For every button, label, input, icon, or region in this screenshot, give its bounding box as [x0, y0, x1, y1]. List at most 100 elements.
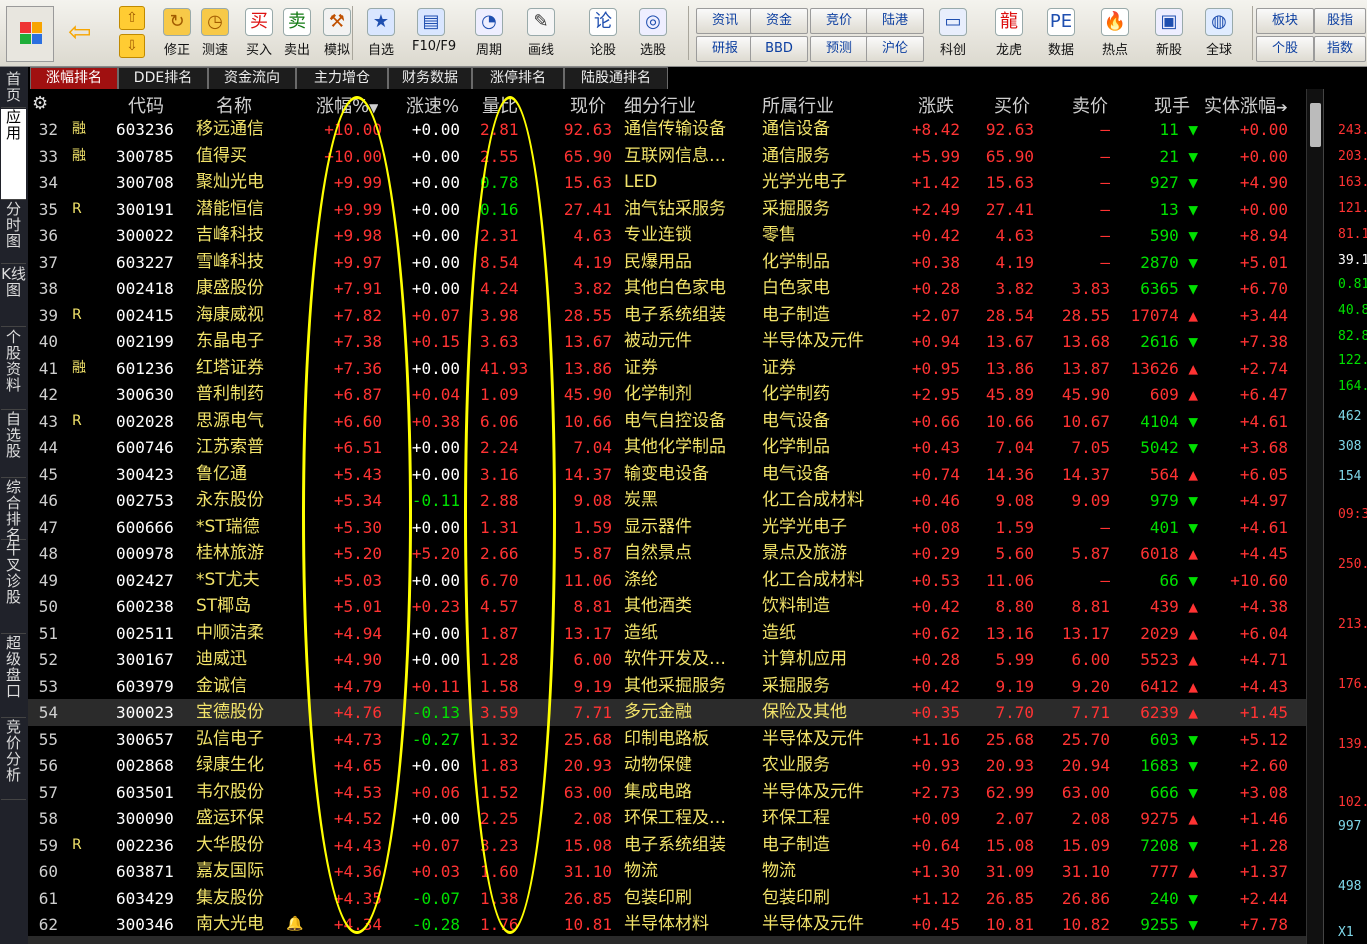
left-nav-item[interactable]: 自选股 [1, 411, 26, 478]
header-name[interactable]: 名称 [216, 92, 252, 114]
table-row[interactable]: 42 300630 普利制药 +6.87 +0.04 1.09 45.90 化学制剂 化学制药 +… [28, 381, 1306, 408]
toolbar-button-11[interactable]: ▭ 科创 [934, 4, 972, 62]
table-row[interactable]: 62 300346 南大光电 +4.34 -0.28 1.76 10.81 半导体材料 半导体及… [28, 911, 1306, 938]
header-industry[interactable]: 所属行业 [762, 92, 834, 114]
header-hand[interactable]: 现手 [1154, 92, 1190, 114]
header-sub-industry[interactable]: 细分行业 [624, 92, 696, 114]
table-row[interactable]: 53 603979 金诚信 +4.79 +0.11 1.58 9.19 其他采掘服务 采掘服务 +… [28, 673, 1306, 700]
toolbar-button-12[interactable]: 龍龙虎 [990, 4, 1028, 62]
left-nav-item[interactable]: 分时图 [1, 201, 26, 264]
settings-gear-icon[interactable]: ⚙ [32, 93, 48, 115]
left-nav-item[interactable]: K线图 [1, 266, 26, 327]
header-diff[interactable]: 涨跌 [918, 92, 954, 114]
bottom-category-tabs[interactable] [28, 936, 1306, 944]
toolbar-button-13[interactable]: PE 数据 [1042, 4, 1080, 62]
table-row[interactable]: 51 002511 中顺洁柔 +4.94 +0.00 1.87 13.17 造纸 造纸 +0.62… [28, 620, 1306, 647]
left-nav-item[interactable]: 超级盘口 [1, 635, 26, 718]
page-updown[interactable]: ⇧ ⇩ [119, 6, 147, 62]
table-row[interactable]: 55 300657 弘信电子 +4.73 -0.27 1.32 25.68 印制电路板 半导体及… [28, 726, 1306, 753]
toolbar-button-1[interactable]: ◷ 测速 [196, 4, 234, 62]
toolbar-button-3[interactable]: 卖卖出 [278, 4, 316, 62]
header-code[interactable]: 代码 [128, 92, 164, 114]
table-scrollbar[interactable] [1306, 89, 1324, 944]
table-row[interactable]: 41 融 601236 红塔证券 +7.36 +0.00 41.93 13.86 证券 证券 +0.… [28, 355, 1306, 382]
tab-4[interactable]: 财务数据 [388, 67, 472, 89]
table-row[interactable]: 32 融 603236 移远通信 +10.00 +0.00 2.81 92.63 通信传输设备通… [28, 116, 1306, 143]
table-row[interactable]: 36 300022 吉峰科技 +9.98 +0.00 2.31 4.63 专业连锁 零售 +0.4… [28, 222, 1306, 249]
bell-icon[interactable]: 🔔 [286, 913, 303, 936]
toolbar-button-2[interactable]: 买买入 [240, 4, 278, 62]
table-row[interactable]: 54 300023 宝德股份 +4.76 -0.13 3.59 7.71 多元金融 保险及其他 +… [28, 699, 1306, 726]
toolbar-button-6[interactable]: ▤ F10/F9 [412, 4, 456, 62]
header-change-pct[interactable]: 涨幅%▼ [316, 92, 378, 114]
toolbar-small-button[interactable]: 资讯 [696, 8, 754, 34]
left-nav-item[interactable]: 首页 [1, 71, 26, 108]
table-row[interactable]: 57 603501 韦尔股份 +4.53 +0.06 1.52 63.00 集成电路 半导体及元… [28, 779, 1306, 806]
table-row[interactable]: 48 000978 桂林旅游 +5.20 +5.20 2.66 5.87 自然景点 景点及旅游 +… [28, 540, 1306, 567]
table-row[interactable]: 47 600666 *ST瑞德 +5.30 +0.00 1.31 1.59 显示器件 光学光电子… [28, 514, 1306, 541]
table-row[interactable]: 45 300423 鲁亿通 +5.43 +0.00 3.16 14.37 输变电设备 电气设备 +… [28, 461, 1306, 488]
toolbar-button-0[interactable]: ↻ 修正 [158, 4, 196, 62]
left-nav-item[interactable]: 牛叉诊股 [1, 541, 26, 634]
table-row[interactable]: 34 300708 聚灿光电 +9.99 +0.00 0.78 15.63 LED 光学光电子 +… [28, 169, 1306, 196]
header-body-change[interactable]: 实体涨幅➔ [1204, 92, 1288, 114]
column-expand-icon[interactable]: ➔ [1276, 100, 1288, 114]
scrollbar-thumb[interactable] [1310, 103, 1321, 147]
toolbar-button-15[interactable]: ▣ 新股 [1150, 4, 1188, 62]
header-price[interactable]: 现价 [570, 92, 606, 114]
tab-2[interactable]: 资金流向 [208, 67, 296, 89]
toolbar-button-9[interactable]: 论论股 [584, 4, 622, 62]
toolbar-small-button[interactable]: 资金 [750, 8, 808, 34]
tab-1[interactable]: DDE排名 [118, 67, 208, 89]
table-row[interactable]: 59 R 002236 大华股份 +4.43 +0.07 3.23 15.08 电子系统组装 电子… [28, 832, 1306, 859]
toolbar-small-button[interactable]: 板块 [1256, 8, 1314, 34]
table-row[interactable]: 43 R 002028 思源电气 +6.60 +0.38 6.06 10.66 电气自控设备 电气… [28, 408, 1306, 435]
toolbar-button-7[interactable]: ◔ 周期 [470, 4, 508, 62]
table-row[interactable]: 40 002199 东晶电子 +7.38 +0.15 3.63 13.67 被动元件 半导体及元… [28, 328, 1306, 355]
left-nav-item[interactable]: 个股资料 [1, 329, 26, 410]
back-arrow-icon[interactable]: ⇦ [68, 18, 91, 46]
toolbar-small-button[interactable]: 研报 [696, 36, 754, 62]
table-row[interactable]: 33 融 300785 值得买 +10.00 +0.00 2.55 65.90 互联网信息… 通信… [28, 143, 1306, 170]
table-row[interactable]: 61 603429 集友股份 +4.35 -0.07 1.38 26.85 包装印刷 包装印刷 +… [28, 885, 1306, 912]
table-row[interactable]: 44 600746 江苏索普 +6.51 +0.00 2.24 7.04 其他化学制品 化学制品… [28, 434, 1306, 461]
header-bid[interactable]: 买价 [994, 92, 1030, 114]
toolbar-small-button[interactable]: 沪伦 [866, 36, 924, 62]
table-row[interactable]: 37 603227 雪峰科技 +9.97 +0.00 8.54 4.19 民爆用品 化学制品 +0… [28, 249, 1306, 276]
tab-3[interactable]: 主力增仓 [296, 67, 388, 89]
table-row[interactable]: 52 300167 迪威迅 +4.90 +0.00 1.28 6.00 软件开发及… 计算机应用… [28, 646, 1306, 673]
table-row[interactable]: 56 002868 绿康生化 +4.65 +0.00 1.83 20.93 动物保健 农业服务 +… [28, 752, 1306, 779]
toolbar-button-4[interactable]: ⚒ 模拟 [318, 4, 356, 62]
table-row[interactable]: 58 300090 盛运环保 +4.52 +0.00 2.25 2.08 环保工程及… 环保工程… [28, 805, 1306, 832]
toolbar-button-16[interactable]: ◍ 全球 [1200, 4, 1238, 62]
app-logo[interactable] [6, 6, 54, 62]
table-row[interactable]: 50 600238 ST椰岛 +5.01 +0.23 4.57 8.81 其他酒类 饮料制造 +0… [28, 593, 1306, 620]
toolbar-small-button[interactable]: BBD [750, 36, 808, 62]
table-row[interactable]: 49 002427 *ST尤夫 +5.03 +0.00 6.70 11.06 涤纶 化工合成材料… [28, 567, 1306, 594]
header-volume-ratio[interactable]: 量比 [482, 92, 518, 114]
header-ask[interactable]: 卖价 [1072, 92, 1108, 114]
header-speed-pct[interactable]: 涨速% [406, 92, 459, 114]
toolbar-small-button[interactable]: 预测 [810, 36, 868, 62]
toolbar-button-14[interactable]: 🔥 热点 [1096, 4, 1134, 62]
left-nav-item[interactable]: 综合排名 [1, 479, 26, 543]
table-row[interactable]: 39 R 002415 海康威视 +7.82 +0.07 3.98 28.55 电子系统组装 电子… [28, 302, 1306, 329]
toolbar-small-button[interactable]: 陆港 [866, 8, 924, 34]
page-down-icon[interactable]: ⇩ [119, 34, 145, 58]
toolbar-button-10[interactable]: ◎ 选股 [634, 4, 672, 62]
table-row[interactable]: 38 002418 康盛股份 +7.91 +0.00 4.24 3.82 其他白色家电 白色家电… [28, 275, 1306, 302]
left-nav-item[interactable]: 应用 [1, 109, 26, 200]
toolbar-small-button[interactable]: 个股 [1256, 36, 1314, 62]
tab-0[interactable]: 涨幅排名 [30, 67, 118, 89]
toolbar-small-button[interactable]: 股指 [1314, 8, 1366, 34]
toolbar-small-button[interactable]: 指数 [1314, 36, 1366, 62]
left-nav-item[interactable]: 竞价分析 [1, 719, 26, 800]
tab-6[interactable]: 陆股通排名 [564, 67, 668, 89]
toolbar-button-5[interactable]: ★ 自选 [362, 4, 400, 62]
tab-5[interactable]: 涨停排名 [472, 67, 564, 89]
table-row[interactable]: 46 002753 永东股份 +5.34 -0.11 2.88 9.08 炭黑 化工合成材料 +0… [28, 487, 1306, 514]
table-row[interactable]: 35 R 300191 潜能恒信 +9.99 +0.00 0.16 27.41 油气钻采服务 采掘… [28, 196, 1306, 223]
page-up-icon[interactable]: ⇧ [119, 6, 145, 30]
table-row[interactable]: 60 603871 嘉友国际 +4.36 +0.03 1.60 31.10 物流 物流 +1.30… [28, 858, 1306, 885]
toolbar-small-button[interactable]: 竞价 [810, 8, 868, 34]
